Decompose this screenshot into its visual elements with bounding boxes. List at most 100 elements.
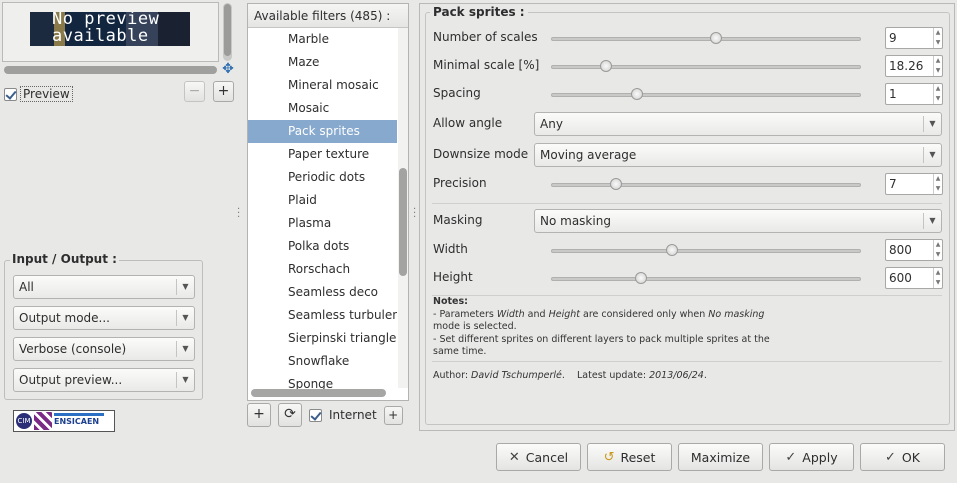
spacing-slider[interactable] <box>551 88 861 100</box>
filter-item[interactable]: Paper texture <box>248 143 397 166</box>
ok-label: OK <box>901 449 920 465</box>
filter-item[interactable]: Plaid <box>248 189 397 212</box>
refresh-button[interactable]: ⟳ <box>278 403 302 427</box>
logo-stripe <box>54 413 104 416</box>
stepper-arrows-icon[interactable]: ▲ ▼ <box>933 174 942 194</box>
notes-line-1: - Parameters Width and Height are consid… <box>433 308 765 320</box>
spinbox-value: 9 <box>889 31 897 45</box>
downsize-mode-label: Downsize mode <box>433 147 529 161</box>
number-of-scales-slider[interactable] <box>551 32 861 44</box>
chevron-down-icon: ▼ <box>923 213 941 229</box>
input-layers-select[interactable]: All ▼ <box>13 275 195 299</box>
expand-button[interactable]: + <box>383 405 403 425</box>
select-value: Any <box>540 117 563 131</box>
internet-checkbox[interactable] <box>309 408 322 422</box>
filter-list-vscroll-thumb[interactable] <box>399 168 407 276</box>
cancel-label: Cancel <box>525 449 569 465</box>
preview-checkbox-box[interactable] <box>4 87 17 101</box>
filter-item[interactable]: Marble <box>248 28 397 51</box>
number-of-scales-spinbox[interactable]: 9 ▲ ▼ <box>885 27 943 49</box>
filter-list-header[interactable]: Available filters (485) : <box>248 4 408 28</box>
filter-item[interactable]: Mosaic <box>248 97 397 120</box>
stepper-arrows-icon[interactable]: ▲ ▼ <box>933 84 942 104</box>
filter-item[interactable]: Maze <box>248 51 397 74</box>
allow-angle-label: Allow angle <box>433 116 503 130</box>
stepper-arrows-icon[interactable]: ▲ ▼ <box>933 56 942 76</box>
downsize-mode-select[interactable]: Moving average ▼ <box>534 143 942 167</box>
stepper-arrows-icon[interactable]: ▲ ▼ <box>933 240 942 260</box>
preview-vscroll-thumb[interactable] <box>224 4 231 56</box>
reset-icon: ↺ <box>603 449 615 465</box>
slider-handle[interactable] <box>599 60 612 72</box>
output-mode-value: Output mode... <box>19 311 110 325</box>
splitter-handle-left[interactable]: · · · <box>237 205 240 223</box>
filter-item[interactable]: Plasma <box>248 212 397 235</box>
height-spinbox[interactable]: 600 ▲ ▼ <box>885 267 943 289</box>
width-slider[interactable] <box>551 244 861 256</box>
filter-item[interactable]: Seamless deco <box>248 281 397 304</box>
filter-item[interactable]: Seamless turbulence <box>248 304 397 327</box>
output-mode-select[interactable]: Output mode... ▼ <box>13 306 195 330</box>
verbose-select[interactable]: Verbose (console) ▼ <box>13 337 195 361</box>
notes: Notes: - Parameters Width and Height are… <box>433 296 773 359</box>
width-spinbox[interactable]: 800 ▲ ▼ <box>885 239 943 261</box>
ok-button[interactable]: ✓ OK <box>860 443 945 471</box>
stepper-arrows-icon[interactable]: ▲ ▼ <box>933 28 942 48</box>
input-layers-value: All <box>19 280 34 294</box>
parameters-title: Pack sprites : <box>430 5 528 19</box>
preview-hscroll[interactable] <box>4 66 217 74</box>
zoom-out-button[interactable]: − <box>184 81 205 102</box>
notes-line-2: mode is selected. <box>433 321 517 332</box>
notes-line-3: - Set different sprites on different lay… <box>433 333 770 345</box>
masking-select[interactable]: No masking ▼ <box>534 209 942 233</box>
pattern-logo-icon <box>34 412 52 430</box>
filter-item[interactable]: Polka dots <box>248 235 397 258</box>
spinbox-value: 600 <box>889 271 912 285</box>
spinbox-value: 18.26 <box>889 59 924 73</box>
maximize-label: Maximize <box>690 449 751 465</box>
logo[interactable]: CIM ENSICAEN <box>13 410 115 432</box>
chevron-down-icon: ▼ <box>176 372 194 388</box>
reset-label: Reset <box>620 449 656 465</box>
slider-handle[interactable] <box>609 178 622 190</box>
apply-button[interactable]: ✓ Apply <box>769 443 854 471</box>
precision-slider[interactable] <box>551 178 861 190</box>
minimal-scale-slider[interactable] <box>551 60 861 72</box>
minimal-scale-spinbox[interactable]: 18.26 ▲ ▼ <box>885 55 943 77</box>
precision-spinbox[interactable]: 7 ▲ ▼ <box>885 173 943 195</box>
filter-item[interactable]: Periodic dots <box>248 166 397 189</box>
slider-handle[interactable] <box>630 88 643 100</box>
stepper-arrows-icon[interactable]: ▲ ▼ <box>933 268 942 288</box>
preview-image: No preview available <box>30 12 190 46</box>
filter-item[interactable]: Sierpinski triangle <box>248 327 397 350</box>
zoom-in-button[interactable]: + <box>213 81 234 102</box>
preview-image-text-2: available <box>52 26 149 46</box>
maximize-button[interactable]: Maximize <box>678 443 763 471</box>
height-slider[interactable] <box>551 272 861 284</box>
notes-line-4: same time. <box>433 346 487 357</box>
reset-button[interactable]: ↺ Reset <box>587 443 672 471</box>
chevron-down-icon: ▼ <box>923 116 941 132</box>
spacing-label: Spacing <box>433 86 481 100</box>
filter-item[interactable]: Snowflake <box>248 350 397 373</box>
filter-list-hscroll-thumb[interactable] <box>251 389 386 397</box>
spinbox-value: 7 <box>889 177 897 191</box>
filter-item[interactable]: Rorschach <box>248 258 397 281</box>
output-preview-select[interactable]: Output preview... ▼ <box>13 368 195 392</box>
masking-label: Masking <box>433 213 483 227</box>
move-icon[interactable]: ✥ <box>221 62 235 76</box>
filter-item[interactable]: Pack sprites <box>248 120 397 143</box>
add-filter-button[interactable]: + <box>247 403 271 427</box>
apply-label: Apply <box>802 449 838 465</box>
slider-handle[interactable] <box>665 244 678 256</box>
cancel-button[interactable]: ✕ Cancel <box>496 443 581 471</box>
preview-checkbox-label: Preview <box>20 86 73 102</box>
spacing-spinbox[interactable]: 1 ▲ ▼ <box>885 83 943 105</box>
filter-item[interactable]: Mineral mosaic <box>248 74 397 97</box>
preview-checkbox[interactable]: Preview <box>4 86 73 102</box>
divider <box>432 203 942 204</box>
ensicaen-logo-text: ENSICAEN <box>54 417 100 426</box>
allow-angle-select[interactable]: Any ▼ <box>534 112 942 136</box>
splitter-handle-right[interactable]: · · · <box>413 205 416 223</box>
height-label: Height <box>433 270 473 284</box>
